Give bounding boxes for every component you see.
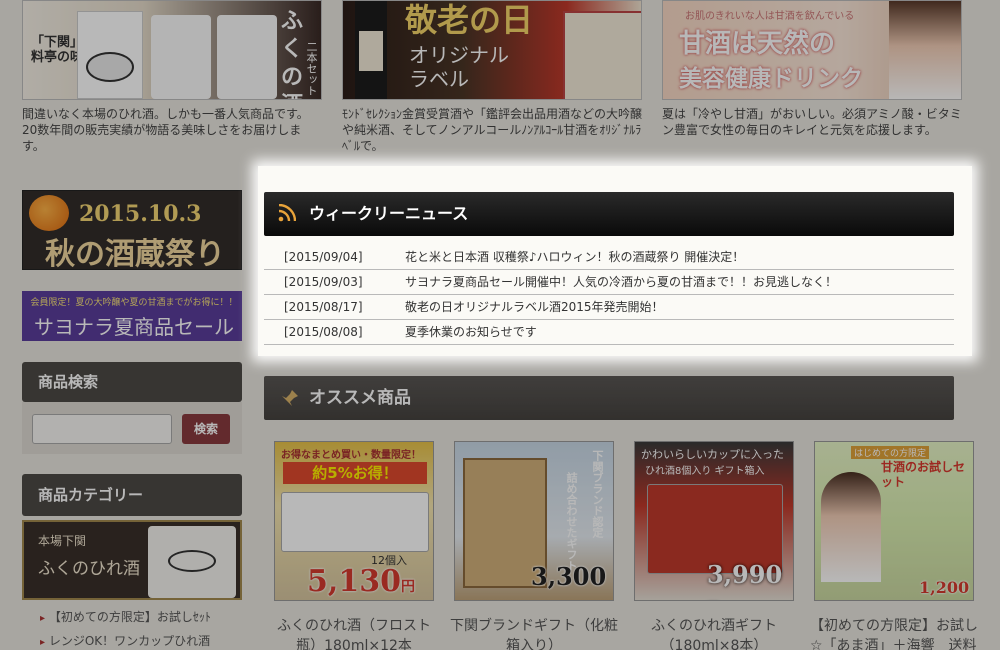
woman-photo xyxy=(821,472,881,582)
festival-banner[interactable]: 2015.10.3 秋の酒蔵祭り xyxy=(22,190,242,272)
news-title-link[interactable]: 夏季休業のお知らせです xyxy=(405,320,537,344)
news-date: [2015/09/04] xyxy=(284,250,363,264)
product-name-link[interactable]: 下関ブランドギフト（化粧 箱入り） xyxy=(444,616,624,650)
weekly-news-heading: ウィークリーニュース xyxy=(264,192,954,236)
promo-overlay-title: 敬老の日 xyxy=(405,1,534,39)
promo-overlay-sub: オリジナル ラベル xyxy=(409,43,509,91)
product-category-heading: 商品カテゴリー xyxy=(22,474,242,516)
promo-overlay-small: お肌のきれいな人は甘酒を飲んでいる xyxy=(685,11,855,22)
product-price: 5,130円 xyxy=(307,564,415,599)
sake-box-image xyxy=(77,11,143,99)
sake-cup-image xyxy=(217,15,277,99)
product-price: 1,200円 xyxy=(919,578,970,597)
product-badge: ひれ酒8個入り ギフト箱入 xyxy=(645,466,765,477)
category-banner-subtitle: 本場下関 xyxy=(38,534,87,548)
sake-cup-image xyxy=(148,526,236,598)
promo-banner-amazake[interactable]: お肌のきれいな人は甘酒を飲んでいる 甘酒は天然の 美容健康ドリンク xyxy=(662,0,962,100)
product-image[interactable]: お得なまとめ買い・数量限定！ 約5%お得！ 12個入 5,130円 xyxy=(274,441,434,601)
weekly-news-heading-label: ウィークリーニュース xyxy=(309,204,469,223)
news-item[interactable]: [2015/08/17] 敬老の日オリジナルラベル酒2015年発売開始！ xyxy=(264,295,954,320)
category-banner-title: ふくのひれ酒 xyxy=(38,559,140,579)
sale-title: サヨナラ夏商品セール xyxy=(34,315,234,339)
product-badge: 約5%お得！ xyxy=(283,462,427,484)
product-banner: 下関ブランド認定 xyxy=(591,450,604,538)
product-price: 3,300円 xyxy=(531,562,607,591)
recommended-heading: オススメ商品 xyxy=(264,376,954,420)
product-banner: お得なまとめ買い・数量限定！ xyxy=(281,450,421,461)
news-date: [2015/08/08] xyxy=(284,325,363,339)
product-image[interactable]: 下関ブランド認定 詰め合わせたギフト 3,300円 xyxy=(454,441,614,601)
recommended-heading-label: オススメ商品 xyxy=(309,388,411,408)
category-banner-fugu-hirezake[interactable]: 本場下関 ふくのひれ酒 xyxy=(22,520,242,600)
promo-description: ﾓﾝﾄﾞｾﾚｸｼｮﾝ金賞受賞酒や「鑑評会出品用酒などの大吟醸や純米酒、そしてノン… xyxy=(342,107,643,153)
promo-overlay-line2: 美容健康ドリンク xyxy=(679,65,863,92)
news-item[interactable]: [2015/09/03] サヨナラ夏商品セール開催中！人気の冷酒から夏の甘酒まで… xyxy=(264,270,954,295)
product-banner: かわいらしいカップに入った xyxy=(641,448,784,461)
rss-icon xyxy=(278,204,296,222)
category-item-label: レンジOK！ワンカップひれ酒 xyxy=(48,634,211,648)
promo-overlay-sub: 二本セット xyxy=(305,41,318,96)
product-image[interactable]: かわいらしいカップに入った ひれ酒8個入り ギフト箱入 3,990円 xyxy=(634,441,794,601)
product-banner: はじめての方限定 xyxy=(851,446,930,459)
festival-date: 2015.10.3 xyxy=(79,201,202,227)
festival-title: 秋の酒蔵祭り xyxy=(45,237,225,272)
sake-label-image xyxy=(563,11,641,99)
pushpin-icon xyxy=(282,390,298,406)
triangle-right-icon: ▸ xyxy=(40,613,46,624)
product-search-heading: 商品検索 xyxy=(22,362,242,402)
product-price: 3,990円 xyxy=(707,560,783,589)
promo-banner-fugu-sake[interactable]: 「下関」の 料亭の味」 ふくの 酒 二本セット xyxy=(22,0,322,100)
news-title-link[interactable]: サヨナラ夏商品セール開催中！人気の冷酒から夏の甘酒まで！！お見逃しなく！ xyxy=(405,270,837,294)
sake-bottle-image xyxy=(355,1,387,99)
promo-banner-keiro-no-hi[interactable]: 敬老の日 オリジナル ラベル xyxy=(342,0,642,100)
summer-sale-banner[interactable]: 会員限定！夏の大吟醸や夏の甘酒までがお得に！！ サヨナラ夏商品セール xyxy=(22,291,242,341)
product-cups xyxy=(281,492,429,552)
news-title-link[interactable]: 花と米と日本酒 収穫祭♪ハロウィン！秋の酒蔵祭り 開催決定！ xyxy=(405,245,744,269)
news-date: [2015/08/17] xyxy=(284,300,363,314)
promo-overlay-line1: 甘酒は天然の xyxy=(679,29,836,59)
triangle-right-icon: ▸ xyxy=(40,637,46,648)
promo-description: 夏は「冷やし甘酒」がおいしい。必須アミノ酸・ビタミン豊富で女性の毎日のキレイと元… xyxy=(662,107,962,137)
promo-description: 間違いなく本場のひれ酒。しかも一番人気商品です。20数年間の販売実績が物語る美味… xyxy=(22,107,309,153)
news-item[interactable]: [2015/08/08] 夏季休業のお知らせです xyxy=(264,320,954,345)
search-button[interactable]: 検索 xyxy=(182,414,230,444)
category-item[interactable]: ▸ レンジOK！ワンカップひれ酒 xyxy=(40,632,210,649)
product-name-link[interactable]: ふくのひれ酒（フロスト 瓶）180ml×12本 xyxy=(264,616,444,650)
product-name-link[interactable]: ふくのひれ酒ギフト （180ml×8本） xyxy=(624,616,804,650)
product-image[interactable]: はじめての方限定 甘酒のお試しセット 1,200円 xyxy=(814,441,974,601)
search-box: 検索 xyxy=(22,402,242,454)
product-badge: 甘酒のお試しセット xyxy=(881,460,966,489)
sale-subtitle: 会員限定！夏の大吟醸や夏の甘酒までがお得に！！ xyxy=(30,298,238,308)
product-name-link[interactable]: 【初めての方限定】お試し ☆「あま酒」＋海響 送料 xyxy=(810,616,990,650)
news-item[interactable]: [2015/09/04] 花と米と日本酒 収穫祭♪ハロウィン！秋の酒蔵祭り 開催… xyxy=(264,245,954,270)
pumpkin-icon xyxy=(29,195,69,231)
search-input[interactable] xyxy=(32,414,172,444)
news-date: [2015/09/03] xyxy=(284,275,363,289)
woman-photo xyxy=(889,1,961,99)
sake-cup-image xyxy=(151,15,211,99)
category-item[interactable]: ▸ 【初めての方限定】お試しｾｯﾄ xyxy=(40,608,211,625)
news-title-link[interactable]: 敬老の日オリジナルラベル酒2015年発売開始！ xyxy=(405,295,664,319)
category-item-label: 【初めての方限定】お試しｾｯﾄ xyxy=(48,610,211,624)
